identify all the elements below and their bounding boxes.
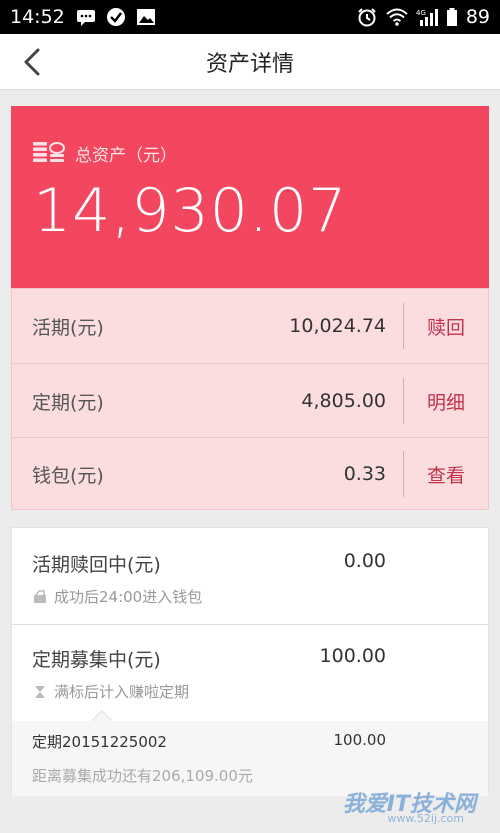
account-value: 0.33 bbox=[343, 463, 386, 485]
coin-stack-icon bbox=[33, 142, 65, 162]
battery-icon bbox=[446, 8, 457, 26]
watermark-url: www.52ij.com bbox=[387, 812, 464, 825]
view-button[interactable]: 查看 bbox=[404, 461, 488, 488]
alarm-icon bbox=[358, 8, 376, 27]
product-remaining-note: 距离募集成功还有206,109.00元 bbox=[32, 767, 253, 785]
pending-card: 活期赎回中(元) 0.00 成功后24:00进入钱包 定期募集中(元) 100.… bbox=[11, 527, 489, 796]
total-assets-label-row: 总资产（元） bbox=[31, 140, 177, 166]
signal-icon: 4G bbox=[416, 9, 438, 26]
wifi-icon bbox=[386, 8, 408, 26]
svg-text:4G: 4G bbox=[416, 9, 426, 17]
raising-value: 100.00 bbox=[319, 645, 386, 667]
account-label: 钱包(元) bbox=[32, 464, 104, 487]
account-label: 活期(元) bbox=[32, 316, 104, 339]
raising-title: 定期募集中(元) bbox=[32, 649, 161, 671]
raising-note-row: 满标后计入赚啦定期 bbox=[32, 681, 189, 702]
status-bar: 14:52 4G 89 bbox=[0, 0, 500, 34]
raising-section: 定期募集中(元) 100.00 满标后计入赚啦定期 bbox=[12, 625, 488, 721]
status-time: 14:52 bbox=[10, 6, 65, 28]
hourglass-icon bbox=[35, 685, 45, 698]
page-title: 资产详情 bbox=[205, 51, 294, 77]
account-value: 10,024.74 bbox=[289, 315, 386, 337]
wallet-icon bbox=[34, 589, 46, 603]
image-icon bbox=[136, 9, 155, 25]
account-value: 4,805.00 bbox=[301, 390, 386, 412]
account-label: 定期(元) bbox=[32, 391, 104, 414]
raising-note: 满标后计入赚啦定期 bbox=[54, 683, 190, 701]
product-value: 100.00 bbox=[333, 731, 387, 749]
account-row-wallet: 钱包(元) 0.33 查看 bbox=[12, 437, 488, 511]
redeeming-title: 活期赎回中(元) bbox=[32, 554, 161, 576]
product-name: 定期20151225002 bbox=[32, 733, 167, 751]
redeeming-note: 成功后24:00进入钱包 bbox=[54, 588, 203, 606]
account-row-fixed: 定期(元) 4,805.00 明细 bbox=[12, 364, 488, 438]
back-button[interactable] bbox=[16, 46, 48, 78]
message-icon bbox=[76, 10, 95, 26]
total-assets-amount: 14,930.07 bbox=[33, 176, 348, 246]
total-assets-card: 总资产（元） 14,930.07 bbox=[11, 106, 489, 288]
account-list: 活期(元) 10,024.74 赎回 定期(元) 4,805.00 明细 钱包(… bbox=[11, 288, 489, 510]
battery-level: 89 bbox=[465, 6, 490, 28]
account-row-current: 活期(元) 10,024.74 赎回 bbox=[12, 289, 488, 363]
raising-detail-item[interactable]: 定期20151225002 100.00 距离募集成功还有206,109.00元 bbox=[12, 710, 488, 796]
page-header: 资产详情 bbox=[0, 34, 500, 90]
redeem-button[interactable]: 赎回 bbox=[404, 313, 488, 340]
total-assets-label: 总资产（元） bbox=[75, 145, 177, 166]
redeeming-value: 0.00 bbox=[343, 550, 386, 572]
redeeming-note-row: 成功后24:00进入钱包 bbox=[32, 586, 202, 607]
redeeming-section: 活期赎回中(元) 0.00 成功后24:00进入钱包 bbox=[12, 528, 488, 624]
details-button[interactable]: 明细 bbox=[404, 388, 488, 415]
check-circle-icon bbox=[106, 8, 125, 26]
